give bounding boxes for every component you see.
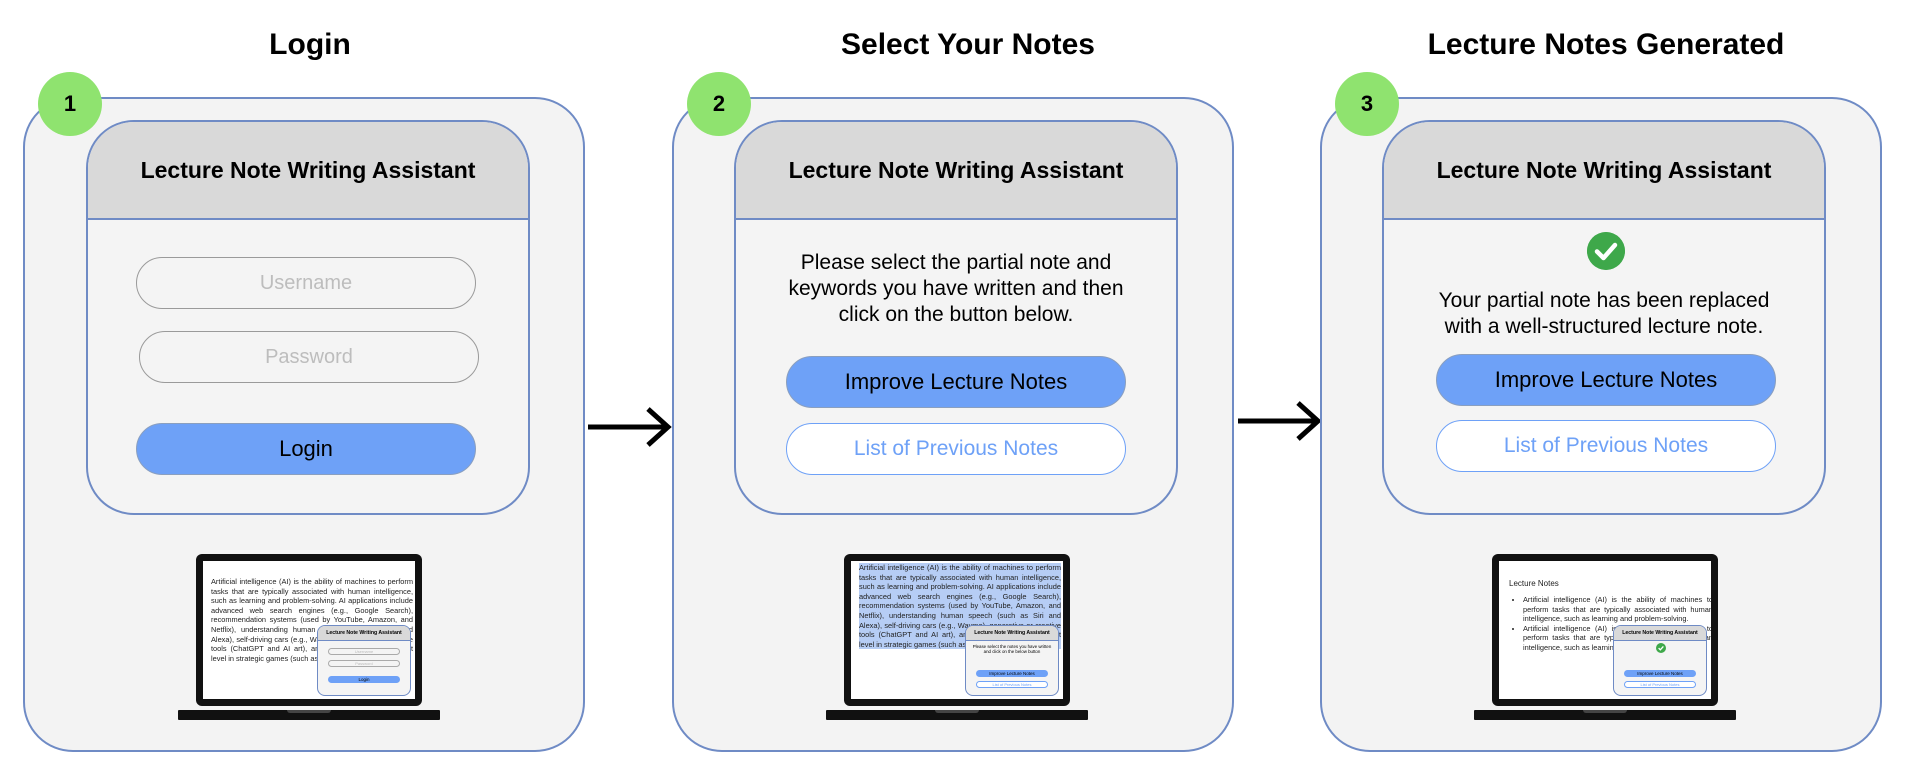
- mini-login-button: Login: [328, 676, 400, 683]
- step-3-badge: 3: [1335, 72, 1399, 136]
- mini-check-icon: [1656, 643, 1666, 653]
- mini-app-title: Lecture Note Writing Assistant: [966, 626, 1058, 641]
- mini-improve-button: Improve Lecture Notes: [976, 670, 1048, 677]
- mini-previous-notes-button: List of Previous Notes: [976, 681, 1048, 688]
- arrow-right-icon: [588, 407, 672, 447]
- step-3-title: Lecture Notes Generated: [1427, 28, 1785, 61]
- step-2-app-card: Lecture Note Writing Assistant Please se…: [734, 120, 1178, 515]
- step-2-laptop-base: [826, 710, 1088, 720]
- instruction-line-2: keywords you have written and then: [788, 277, 1124, 300]
- arrow-right-icon: [1238, 401, 1322, 441]
- step-1-app-card: Lecture Note Writing Assistant Username …: [86, 120, 530, 515]
- step-3-laptop-screen: Lecture Notes Artificial intelligence (A…: [1492, 554, 1718, 706]
- mini-instruction: Please select the notes you have written…: [972, 644, 1052, 655]
- mini-improve-panel: Lecture Note Writing Assistant Please se…: [965, 625, 1059, 696]
- mini-login-panel: Lecture Note Writing Assistant Username …: [317, 625, 411, 696]
- username-input[interactable]: Username: [136, 257, 476, 309]
- step-1-laptop-base: [178, 710, 440, 720]
- mini-improve-panel: Lecture Note Writing Assistant Improve L…: [1613, 625, 1707, 696]
- step-2-badge: 2: [687, 72, 751, 136]
- step-2-laptop-screen: Artificial intelligence (AI) is the abil…: [844, 554, 1070, 706]
- login-button[interactable]: Login: [136, 423, 476, 475]
- mini-username-input: Username: [328, 648, 400, 655]
- step-1-title: Login: [269, 28, 351, 61]
- success-line-1: Your partial note has been replaced: [1438, 289, 1770, 312]
- password-input[interactable]: Password: [139, 331, 479, 383]
- improve-lecture-notes-button[interactable]: Improve Lecture Notes: [1436, 354, 1776, 406]
- step-3-app-card: Lecture Note Writing Assistant Your part…: [1382, 120, 1826, 515]
- mini-previous-notes-button: List of Previous Notes: [1624, 681, 1696, 688]
- instruction-line-3: click on the button below.: [838, 303, 1074, 326]
- step-3-laptop-base: [1474, 710, 1736, 720]
- success-check-icon: [1587, 232, 1625, 270]
- mini-app-title: Lecture Note Writing Assistant: [1614, 626, 1706, 641]
- lecture-notes-title: Lecture Notes: [1509, 579, 1559, 588]
- app-title: Lecture Note Writing Assistant: [88, 122, 528, 220]
- mini-improve-button: Improve Lecture Notes: [1624, 670, 1696, 677]
- list-previous-notes-button[interactable]: List of Previous Notes: [786, 423, 1126, 475]
- mini-password-input: Password: [328, 660, 400, 667]
- mini-app-title: Lecture Note Writing Assistant: [318, 626, 410, 641]
- instruction-line-1: Please select the partial note and: [800, 251, 1112, 274]
- step-2-title: Select Your Notes: [841, 28, 1095, 61]
- app-title: Lecture Note Writing Assistant: [736, 122, 1176, 220]
- app-title: Lecture Note Writing Assistant: [1384, 122, 1824, 220]
- step-1-badge: 1: [38, 72, 102, 136]
- list-previous-notes-button[interactable]: List of Previous Notes: [1436, 420, 1776, 472]
- step-1-laptop-screen: Artificial intelligence (AI) is the abil…: [196, 554, 422, 706]
- improve-lecture-notes-button[interactable]: Improve Lecture Notes: [786, 356, 1126, 408]
- list-item: Artificial intelligence (AI) is the abil…: [1523, 595, 1711, 624]
- success-line-2: with a well-structured lecture note.: [1444, 315, 1764, 338]
